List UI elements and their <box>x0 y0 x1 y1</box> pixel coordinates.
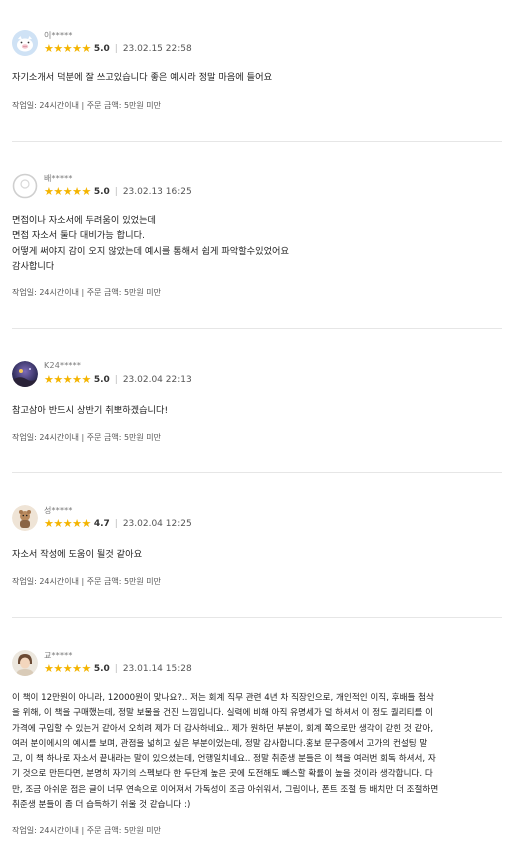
separator: | <box>114 187 118 197</box>
night-photo-icon <box>12 361 38 387</box>
separator: | <box>114 375 118 385</box>
review-content: 참고삼아 반드시 상반기 취뽀하겠습니다! <box>12 405 169 416</box>
divider <box>12 617 502 618</box>
rating: ★★★★★ 5.0 | 23.02.04 22:13 <box>44 374 192 386</box>
review-content: 자소서 작성에 도움이 될것 같아요 <box>12 549 143 560</box>
star-rating-icon: ★★★★★ <box>44 517 91 530</box>
pig-icon <box>12 30 38 56</box>
reviewer-name: 배***** <box>44 174 73 183</box>
separator: | <box>114 519 118 529</box>
profile-photo-icon <box>12 650 38 676</box>
separator: | <box>114 44 118 54</box>
review-content: 면접이나 자소서에 두려움이 있었는데 면접 자소서 둘다 대비가능 합니다. … <box>12 215 289 272</box>
review-date: 23.02.13 16:25 <box>122 187 192 197</box>
star-rating-icon: ★★★★★ <box>44 662 91 675</box>
separator: | <box>114 664 118 674</box>
review-meta: 작업일: 24시간이내 | 주문 금액: 5만원 미만 <box>12 433 162 442</box>
review-content: 자기소개서 덕분에 잘 쓰고있습니다 좋은 예시라 정말 마음에 들어요 <box>12 72 273 83</box>
rating: ★★★★★ 5.0 | 23.02.13 16:25 <box>44 186 192 198</box>
review-meta: 작업일: 24시간이내 | 주문 금액: 5만원 미만 <box>12 288 162 297</box>
rating-score: 5.0 <box>93 375 110 385</box>
review-meta: 작업일: 24시간이내 | 주문 금액: 5만원 미만 <box>12 101 162 110</box>
reviewer-name: 교***** <box>44 651 73 660</box>
review-date: 23.02.04 12:25 <box>122 519 192 529</box>
rating-score: 4.7 <box>93 519 110 529</box>
rating: ★★★★★ 5.0 | 23.02.15 22:58 <box>44 43 192 55</box>
review-date: 23.01.14 15:28 <box>122 664 192 674</box>
divider <box>12 472 502 473</box>
rating-score: 5.0 <box>93 187 110 197</box>
divider <box>12 328 502 329</box>
review-content: 이 책이 12만원이 아니라, 12000원이 맞나요?.. 저는 회계 직무 … <box>12 693 439 811</box>
review-date: 23.02.04 22:13 <box>122 375 192 385</box>
bear-figure-icon <box>12 505 38 531</box>
rating: ★★★★★ 5.0 | 23.01.14 15:28 <box>44 663 192 675</box>
review-meta: 작업일: 24시간이내 | 주문 금액: 5만원 미만 <box>12 826 162 835</box>
reviewer-name: 성***** <box>44 506 73 515</box>
review-meta: 작업일: 24시간이내 | 주문 금액: 5만원 미만 <box>12 577 162 586</box>
rating: ★★★★★ 4.7 | 23.02.04 12:25 <box>44 518 192 530</box>
default-user-icon <box>12 173 38 199</box>
rating-score: 5.0 <box>93 664 110 674</box>
star-rating-icon: ★★★★★ <box>44 185 91 198</box>
review-date: 23.02.15 22:58 <box>122 44 192 54</box>
star-rating-icon: ★★★★★ <box>44 42 91 55</box>
reviewer-name: K24***** <box>44 361 82 370</box>
divider <box>12 141 502 142</box>
rating-score: 5.0 <box>93 44 110 54</box>
star-rating-icon: ★★★★★ <box>44 373 91 386</box>
reviewer-name: 이***** <box>44 31 73 40</box>
